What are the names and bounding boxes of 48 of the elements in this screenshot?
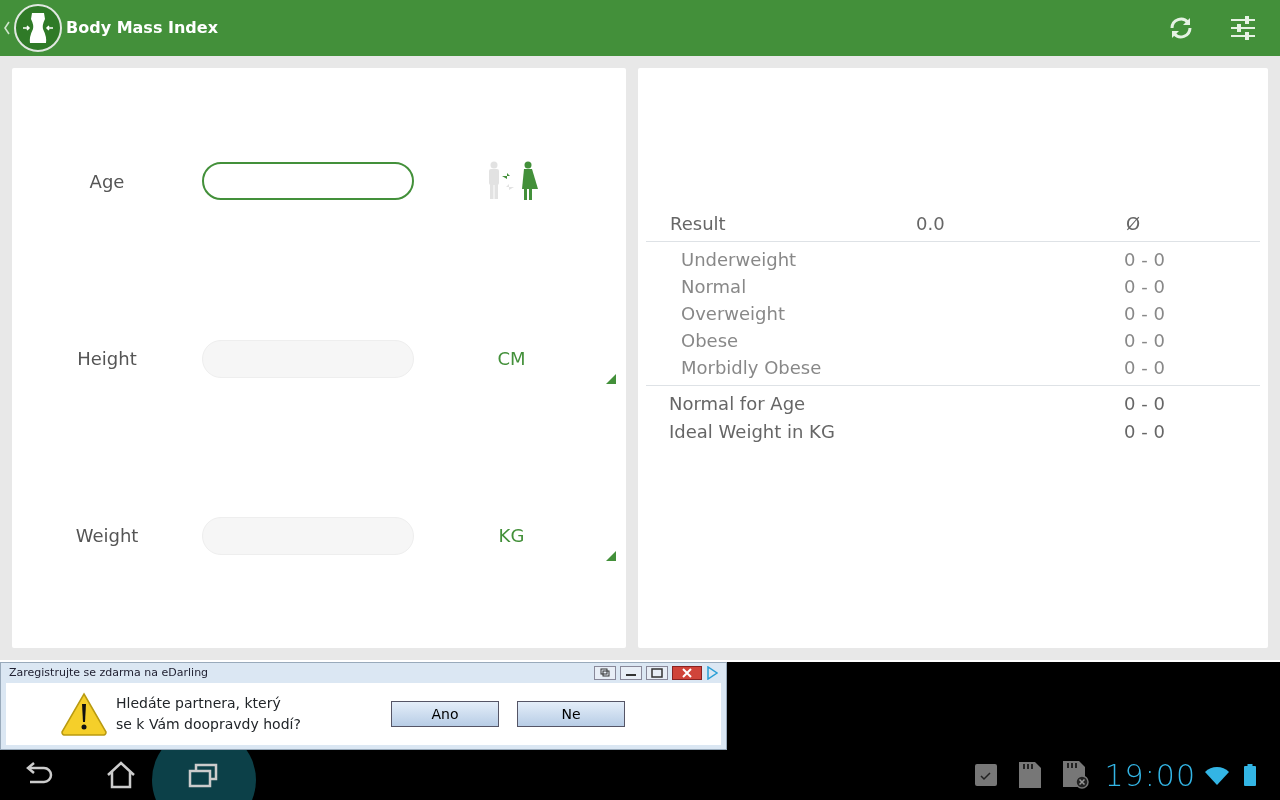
category-range: 0 - 0 bbox=[1124, 302, 1165, 326]
dropdown-corner-icon bbox=[606, 374, 616, 384]
unit-selector[interactable]: KG bbox=[414, 522, 609, 550]
result-label: Result bbox=[669, 212, 727, 236]
restore-window-icon[interactable] bbox=[594, 666, 616, 680]
category-label: Normal bbox=[680, 275, 748, 299]
summary-label: Normal for Age bbox=[668, 392, 807, 416]
ad-message: Hledáte partnera, který se k Vám doopravdy hodí? bbox=[116, 694, 302, 734]
category-label: Obese bbox=[680, 329, 740, 353]
app-title: Body Mass Index bbox=[66, 17, 218, 39]
recent-apps-icon[interactable] bbox=[152, 750, 256, 800]
result-value: 0.0 bbox=[916, 212, 946, 236]
close-window-icon[interactable] bbox=[672, 666, 702, 680]
average-symbol: Ø bbox=[1126, 212, 1141, 236]
unit-selector[interactable]: CM bbox=[414, 345, 609, 373]
wifi-icon[interactable] bbox=[1204, 765, 1230, 785]
sd-card-removed-icon[interactable] bbox=[1062, 761, 1089, 789]
sd-card-icon[interactable] bbox=[1018, 762, 1041, 788]
field-label: Age bbox=[88, 169, 126, 194]
ad-banner[interactable]: Zaregistrujte se zdarma na eDarling Hledáte partnera, který se k Vám doopravdy hodí? Ano Ne bbox=[0, 662, 727, 750]
home-icon[interactable] bbox=[106, 761, 136, 789]
summary-label: Ideal Weight in KG bbox=[668, 420, 836, 444]
field-label: Weight bbox=[74, 524, 140, 549]
category-label: Overweight bbox=[680, 302, 786, 326]
back-chevron-icon[interactable] bbox=[4, 21, 10, 35]
category-label: Morbidly Obese bbox=[680, 356, 823, 380]
category-range: 0 - 0 bbox=[1124, 248, 1165, 272]
clock: 19:00 bbox=[1104, 756, 1196, 795]
summary-range: 0 - 0 bbox=[1124, 420, 1165, 444]
maximize-window-icon[interactable] bbox=[646, 666, 668, 680]
ad-button[interactable]: Ne bbox=[517, 701, 625, 727]
minimize-window-icon[interactable] bbox=[620, 666, 642, 680]
dropdown-corner-icon bbox=[606, 550, 616, 561]
category-label: Underweight bbox=[680, 248, 798, 272]
refresh-icon[interactable] bbox=[1168, 15, 1194, 41]
category-range: 0 - 0 bbox=[1124, 275, 1165, 299]
dress-form-logo-icon[interactable] bbox=[14, 4, 62, 52]
battery-icon[interactable] bbox=[1244, 764, 1256, 786]
settings-sliders-icon[interactable] bbox=[1230, 15, 1256, 41]
category-range: 0 - 0 bbox=[1124, 356, 1165, 380]
task-check-icon[interactable] bbox=[974, 764, 997, 786]
field-label: Height bbox=[76, 347, 138, 372]
summary-range: 0 - 0 bbox=[1124, 392, 1165, 416]
input-field[interactable] bbox=[202, 162, 414, 201]
category-range: 0 - 0 bbox=[1124, 329, 1165, 353]
ad-button[interactable]: Ano bbox=[391, 701, 499, 727]
warning-icon bbox=[60, 692, 108, 736]
ad-title: Zaregistrujte se zdarma na eDarling bbox=[9, 664, 210, 681]
